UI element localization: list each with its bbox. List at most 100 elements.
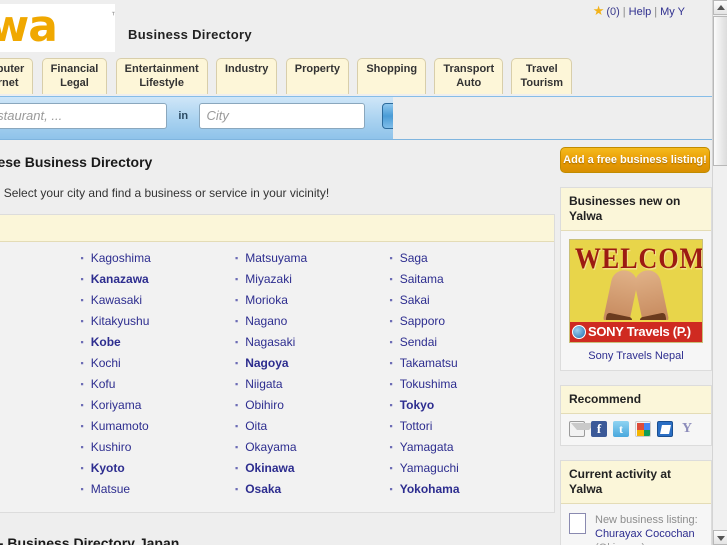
city-link[interactable]: Okayama [245,440,296,454]
city-link[interactable]: Yamagata [400,440,454,454]
city-link[interactable]: Tokushima [400,377,457,391]
city-link[interactable]: Kanazawa [91,272,149,286]
favorites-count[interactable]: (0) [606,6,619,18]
email-icon[interactable] [569,421,595,437]
add-free-listing-button[interactable]: Add a free business listing! [560,147,710,173]
list-item[interactable]: Yokohama [390,481,545,502]
list-item[interactable]: odate [0,418,81,439]
list-item[interactable]: Obihiro [235,397,390,418]
list-item[interactable]: Okinawa [235,460,390,481]
city-link[interactable]: Nagasaki [245,335,295,349]
list-item[interactable]: Kagoshima [81,250,236,271]
list-item[interactable]: Osaka [235,481,390,502]
activity-business-link[interactable]: Churayax Cocochan [595,528,695,540]
promo-caption[interactable]: Sony Travels Nepal [569,350,703,362]
tab-computer-internet[interactable]: Computer Internet [0,58,34,94]
city-link[interactable]: Saitama [400,272,444,286]
list-item[interactable]: Miyazaki [235,271,390,292]
city-link[interactable]: Nagano [245,314,287,328]
list-item[interactable]: Yamagata [390,439,545,460]
city-link[interactable]: Sendai [400,335,437,349]
list-item[interactable]: Kobe [81,334,236,355]
list-item[interactable]: Sakai [390,292,545,313]
city-link[interactable]: Yamaguchi [400,461,459,475]
list-item[interactable]: Tokyo [390,397,545,418]
city-link[interactable]: Kagoshima [91,251,151,265]
yahoo-icon[interactable]: Y [679,421,695,437]
scrollbar-thumb[interactable] [713,16,727,166]
city-link[interactable]: Miyazaki [245,272,292,286]
tab-shopping[interactable]: Shopping [357,58,427,94]
list-item[interactable]: ori [0,271,81,292]
list-item[interactable]: inohe [0,397,81,418]
twitter-icon[interactable]: t [613,421,629,437]
list-item[interactable]: Kumamoto [81,418,236,439]
list-item[interactable]: Takamatsu [390,355,545,376]
list-item[interactable]: Saitama [390,271,545,292]
city-link[interactable]: Tokyo [400,398,434,412]
list-item[interactable]: Matsuyama [235,250,390,271]
site-logo[interactable]: Yalwa ™ [0,4,115,52]
promo-caption-link[interactable]: Sony Travels Nepal [588,350,683,362]
list-item[interactable]: ikawa [0,292,81,313]
list-item[interactable]: shima [0,460,81,481]
list-item[interactable]: Nagasaki [235,334,390,355]
search-query-input[interactable]: ber, Italian restaurant, ... [0,103,167,129]
list-item[interactable]: a [0,313,81,334]
city-link[interactable]: Morioka [245,293,288,307]
city-link[interactable]: Tottori [400,419,433,433]
list-item[interactable]: Kofu [81,376,236,397]
list-item[interactable]: Morioka [235,292,390,313]
list-item[interactable]: saki [0,439,81,460]
list-item[interactable]: Okayama [235,439,390,460]
list-item[interactable]: Yamaguchi [390,460,545,481]
list-item[interactable]: Kochi [81,355,236,376]
scroll-down-arrow-icon[interactable] [713,530,727,545]
city-link[interactable]: Okinawa [245,461,294,475]
city-link[interactable]: Kobe [91,335,121,349]
list-item[interactable]: Kyoto [81,460,236,481]
list-item[interactable]: Sapporo [390,313,545,334]
city-link[interactable]: Saga [400,251,428,265]
city-link[interactable]: Yokohama [400,482,460,496]
list-item[interactable]: Sendai [390,334,545,355]
list-item[interactable]: Nagoya [235,355,390,376]
list-item[interactable]: oka [0,334,81,355]
google-icon[interactable] [635,421,651,437]
list-item[interactable]: Nagano [235,313,390,334]
list-item[interactable]: Kawasaki [81,292,236,313]
tab-travel-tourism[interactable]: Travel Tourism [511,58,573,94]
scroll-up-arrow-icon[interactable] [713,0,727,15]
city-link[interactable]: Takamatsu [400,356,458,370]
city-link[interactable]: Sapporo [400,314,445,328]
city-link[interactable]: Nagoya [245,356,288,370]
city-link[interactable]: Matsue [91,482,130,496]
list-item[interactable]: a [0,250,81,271]
city-link[interactable]: Koriyama [91,398,142,412]
city-link[interactable]: Kumamoto [91,419,149,433]
list-item[interactable]: Saga [390,250,545,271]
my-account-link[interactable]: My Y [660,6,685,18]
city-link[interactable]: Sakai [400,293,430,307]
list-item[interactable]: shima [0,355,81,376]
city-link[interactable]: Osaka [245,482,281,496]
list-item[interactable]: Kitakyushu [81,313,236,334]
tab-property[interactable]: Property [285,58,349,94]
facebook-icon[interactable]: f [591,421,607,437]
city-link[interactable]: Matsuyama [245,251,307,265]
city-link[interactable]: Kofu [91,377,116,391]
help-link[interactable]: Help [629,6,652,18]
city-link[interactable]: Niigata [245,377,282,391]
search-city-input[interactable]: City [199,103,366,129]
city-link[interactable]: Kyoto [91,461,125,475]
vertical-scrollbar[interactable] [712,0,727,545]
list-item[interactable]: Kanazawa [81,271,236,292]
city-link[interactable]: Oita [245,419,267,433]
list-item[interactable]: Tottori [390,418,545,439]
tab-transport-auto[interactable]: Transport Auto [434,58,504,94]
favorites-star-icon[interactable]: ★ [593,3,605,18]
list-item[interactable]: i [0,481,81,502]
list-item[interactable]: Koriyama [81,397,236,418]
city-link[interactable]: Kitakyushu [91,314,150,328]
city-link[interactable]: Obihiro [245,398,284,412]
